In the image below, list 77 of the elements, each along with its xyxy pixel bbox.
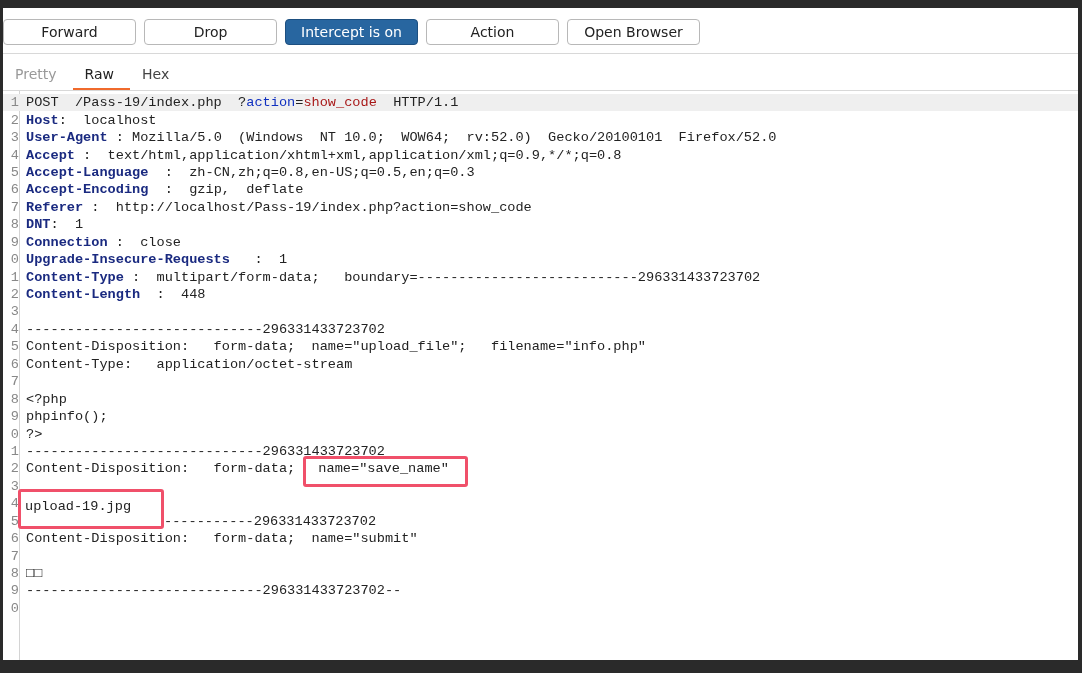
code-text: <?php bbox=[26, 391, 67, 407]
line-number: 0 bbox=[9, 426, 20, 442]
code-text: : http://localhost/Pass-19/index.php?action=show_code bbox=[90, 199, 532, 215]
line-number: 8 bbox=[9, 391, 20, 407]
line-number: 6 bbox=[9, 531, 20, 547]
line-number: 8 bbox=[9, 217, 20, 233]
line-number: 9 bbox=[9, 583, 20, 599]
param-value: show_code bbox=[303, 95, 377, 111]
line-number: 3 bbox=[9, 478, 20, 494]
line-number: 4 bbox=[9, 321, 20, 337]
header-name: Upgrade-Insecure-Requests bbox=[26, 252, 230, 268]
code-text: : 1 bbox=[50, 217, 84, 233]
code-text: Content-Disposition: form-data; bbox=[26, 461, 297, 477]
line-number: 2 bbox=[9, 112, 20, 128]
header-name: Connection bbox=[26, 234, 108, 250]
line-number: 1 bbox=[9, 269, 20, 285]
tab[interactable]: Hex bbox=[130, 58, 186, 90]
code-text: : 1 bbox=[253, 252, 288, 268]
line-number: 9 bbox=[9, 409, 20, 425]
line-number: 3 bbox=[9, 130, 20, 146]
code-text: -----------296331433723702 bbox=[164, 513, 377, 529]
line-number: 3 bbox=[9, 304, 20, 320]
line-number: 0 bbox=[9, 600, 20, 616]
header-name: Accept bbox=[26, 147, 75, 163]
code-text: : text/html,application/xhtml+xml,application/xml;q=0.9,*/*;q=0.8 bbox=[82, 147, 622, 163]
toolbar-button[interactable]: Open Browser bbox=[567, 19, 700, 45]
toolbar-button[interactable]: Drop bbox=[144, 19, 277, 45]
line-number: 5 bbox=[9, 339, 20, 355]
header-name: Accept-Encoding bbox=[26, 182, 149, 198]
code-text: : Mozilla/5.0 (Windows NT 10.0; WOW64; rv:52.0) Gecko/20100101 Firefox/52.0 bbox=[114, 130, 777, 146]
line-number: 8 bbox=[9, 566, 20, 582]
line-number: 2 bbox=[9, 461, 20, 477]
line-number: 6 bbox=[9, 182, 20, 198]
line-number: 7 bbox=[9, 548, 20, 564]
header-name: Host bbox=[26, 112, 59, 128]
code-text: Content-Type: application/octet-stream bbox=[26, 356, 353, 372]
code-text: Content-Disposition: form-data; name="upload_file"; filename="info.php" bbox=[26, 339, 646, 355]
code-text: HTTP/1.1 bbox=[392, 95, 459, 111]
header-name: Referer bbox=[26, 199, 84, 215]
code-text: -----------------------------296331433723702 bbox=[26, 443, 385, 459]
code-text: : localhost bbox=[58, 112, 157, 128]
line-number: 2 bbox=[9, 287, 20, 303]
toolbar-button[interactable]: Forward bbox=[3, 19, 136, 45]
code-text: : 448 bbox=[155, 287, 206, 303]
code-text: : close bbox=[114, 234, 181, 250]
code-text: : zh-CN,zh;q=0.8,en-US;q=0.5,en;q=0.3 bbox=[163, 164, 475, 180]
toolbar-button[interactable]: Action bbox=[426, 19, 559, 45]
code-text: : gzip, deflate bbox=[163, 182, 304, 198]
header-name: Content-Length bbox=[26, 287, 141, 303]
line-number: 1 bbox=[9, 443, 20, 459]
code-text: phpinfo(); bbox=[26, 409, 108, 425]
highlight-box: upload-19.jpg bbox=[18, 488, 165, 529]
line-number: 7 bbox=[9, 374, 20, 390]
line-number: 6 bbox=[9, 356, 20, 372]
line-number: 4 bbox=[9, 496, 20, 512]
line-number: 9 bbox=[9, 234, 20, 250]
highlight-box: name="save_name" bbox=[303, 456, 468, 488]
line-number: 5 bbox=[9, 164, 20, 180]
line-number: 5 bbox=[9, 513, 20, 529]
header-name: DNT bbox=[26, 217, 51, 233]
code-text: Content-Disposition: form-data; name="submit" bbox=[26, 531, 418, 547]
code-text: : multipart/form-data; boundary=---------------------------296331433723702 bbox=[131, 269, 761, 285]
header-name: Content-Type bbox=[26, 269, 124, 285]
line-number: 4 bbox=[9, 147, 20, 163]
line-number: 0 bbox=[9, 252, 20, 268]
line-number: 1 bbox=[9, 95, 20, 111]
line-number: 7 bbox=[9, 199, 20, 215]
code-text: -----------------------------296331433723702 bbox=[26, 321, 385, 337]
header-name: User-Agent bbox=[26, 130, 108, 146]
code-text: POST /Pass-19/index.php ? bbox=[26, 95, 247, 111]
code-text: □□ bbox=[26, 566, 43, 582]
code-text: ?> bbox=[26, 426, 43, 442]
code-text: -----------------------------296331433723702-- bbox=[26, 583, 402, 599]
toolbar-button[interactable]: Intercept is on bbox=[285, 19, 418, 45]
code-text: = bbox=[295, 95, 304, 111]
param-name: action bbox=[246, 95, 296, 111]
header-name: Accept-Language bbox=[26, 164, 149, 180]
